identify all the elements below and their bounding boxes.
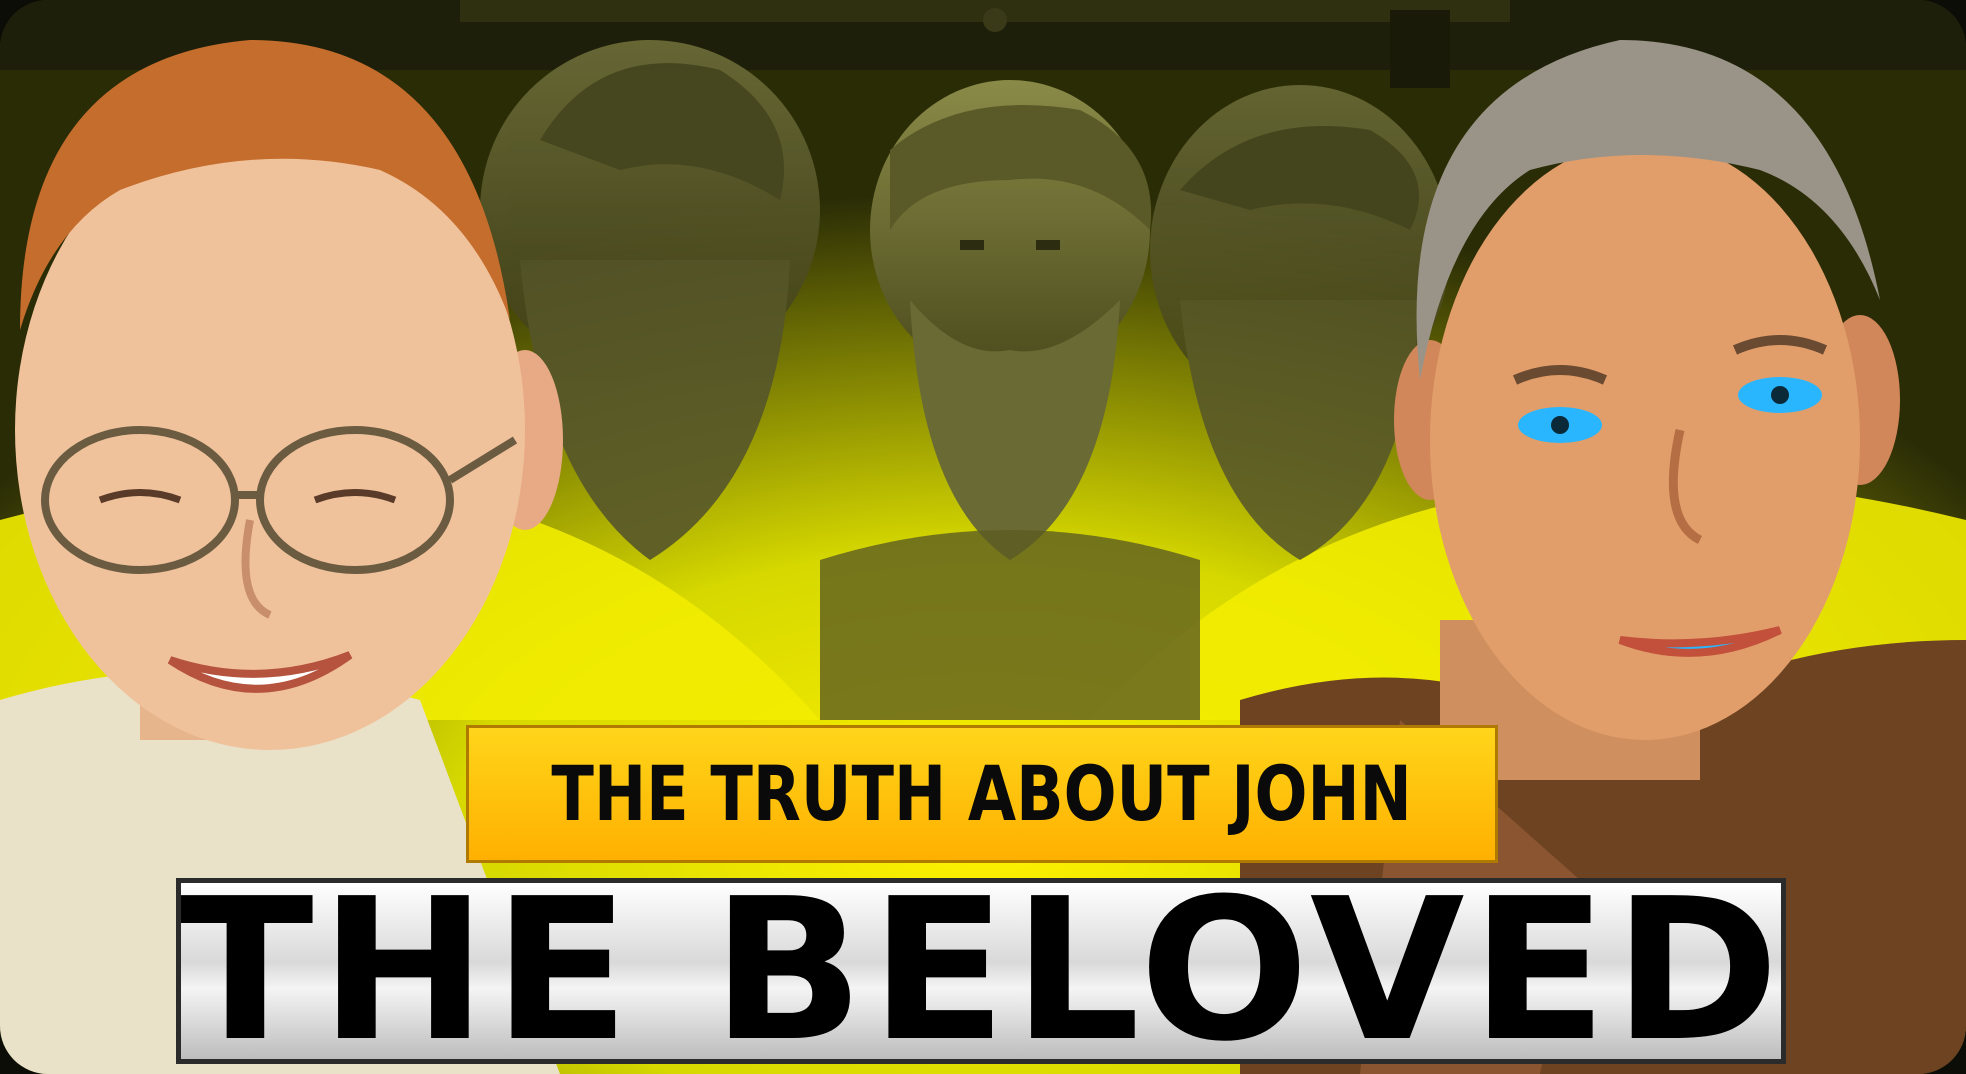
headline-text: THE TRUTH ABOUT JOHN <box>551 749 1413 838</box>
title-banner: THE BELOVED <box>176 878 1786 1064</box>
title-text: THE BELOVED <box>176 878 1786 1064</box>
video-thumbnail[interactable]: THE TRUTH ABOUT JOHN THE BELOVED <box>0 0 1966 1074</box>
headline-banner: THE TRUTH ABOUT JOHN <box>466 725 1498 863</box>
